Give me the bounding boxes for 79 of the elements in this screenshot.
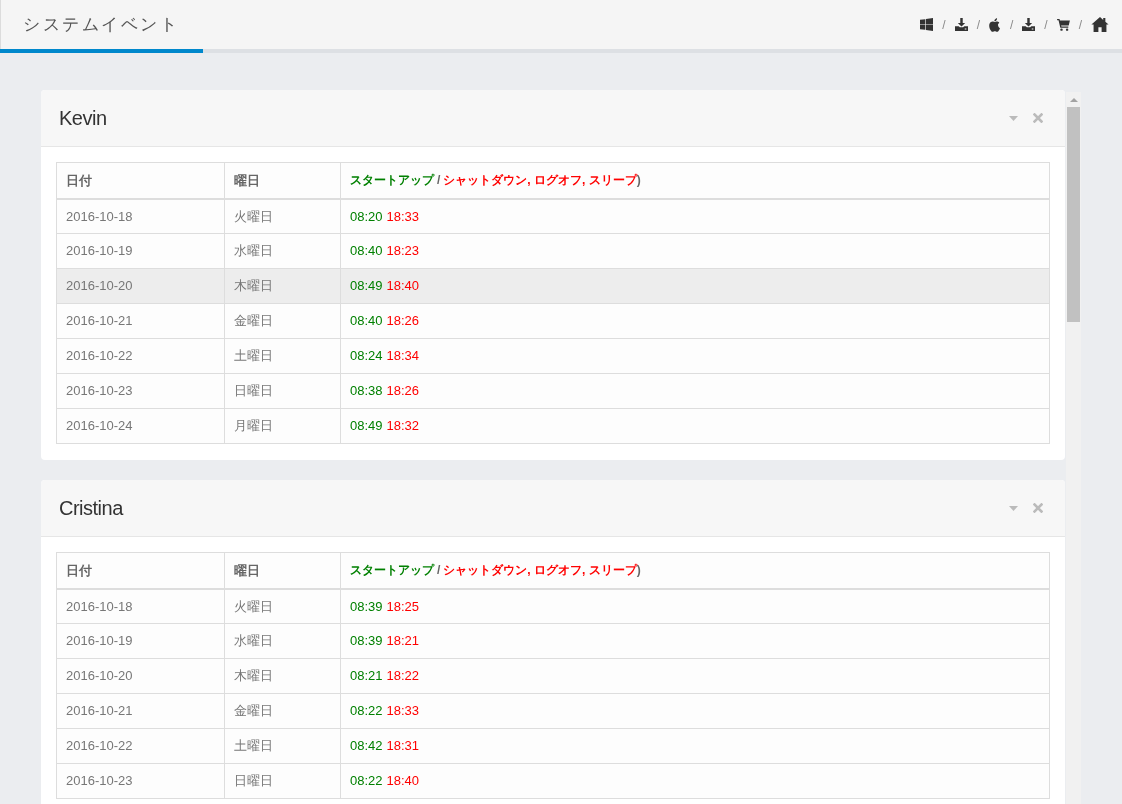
startup-time: 08:49 [350,418,383,434]
shutdown-time: 18:33 [386,703,420,719]
startup-time: 08:24 [350,348,383,364]
startup-time: 08:40 [350,313,383,329]
scroll-up-icon[interactable] [1069,97,1078,102]
table-cell: 水曜日 [224,623,341,659]
column-header: 日付 [56,162,225,199]
shutdown-time: 18:23 [386,243,420,259]
home-icon[interactable] [1091,17,1109,32]
table-cell: 日曜日 [224,763,341,799]
table-cell: 2016-10-20 [56,268,225,304]
table-cell: 月曜日 [224,408,341,444]
close-icon[interactable] [1033,503,1043,513]
startup-time: 08:42 [350,738,383,754]
table-cell: 土曜日 [224,728,341,764]
cart-icon[interactable] [1056,18,1070,31]
shutdown-time: 18:31 [386,738,420,754]
startup-time: 08:39 [350,598,383,614]
close-icon[interactable] [1033,113,1043,123]
table-cell: 土曜日 [224,338,341,374]
breadcrumb-separator: / [1009,16,1014,34]
startup-time: 08:49 [350,278,383,294]
startup-time: 08:22 [350,773,383,789]
table-cell: 金曜日 [224,303,341,339]
table-cell: 2016-10-20 [56,658,225,694]
column-header: スタートアップ / シャットダウン, ログオフ, スリープ) [340,162,1050,199]
page-title: システムイベント [22,13,179,36]
shutdown-time: 18:25 [386,598,420,614]
table-cell: 2016-10-18 [56,198,225,234]
table-cell: 木曜日 [224,658,341,694]
vertical-scrollbar[interactable] [1066,92,1081,804]
shutdown-time: 18:40 [386,773,420,789]
caret-down-icon[interactable] [1009,505,1018,511]
shutdown-time: 18:26 [386,383,420,399]
shutdown-time: 18:40 [386,278,420,294]
startup-time: 08:39 [350,633,383,649]
column-header: スタートアップ / シャットダウン, ログオフ, スリープ) [340,552,1050,589]
column-header: 曜日 [224,552,341,589]
table-cell: 2016-10-21 [56,693,225,729]
table-cell: 火曜日 [224,198,341,234]
table-cell: 日曜日 [224,373,341,409]
shutdown-time: 18:33 [386,208,420,224]
scrollbar-thumb[interactable] [1067,107,1080,322]
shutdown-time: 18:26 [386,313,420,329]
apple-icon[interactable] [988,17,1001,32]
breadcrumb-separator: / [976,16,980,34]
table-cell: 2016-10-22 [56,338,225,374]
table-cell: 金曜日 [224,693,341,729]
caret-down-icon[interactable] [1009,115,1018,121]
column-header: 曜日 [224,162,341,199]
startup-time: 08:20 [350,208,383,224]
panel-title: Cristina [59,496,123,521]
shutdown-time: 18:32 [386,418,420,434]
column-header: 日付 [56,552,225,589]
breadcrumb-separator: / [942,16,946,34]
table-cell: 2016-10-21 [56,303,225,339]
panel-title: Kevin [59,106,107,131]
startup-time: 08:22 [350,703,383,719]
startup-time: 08:40 [350,243,383,259]
windows-icon[interactable] [920,18,934,31]
download-icon[interactable] [954,18,968,31]
table-cell: 木曜日 [224,268,341,304]
table-cell: 2016-10-19 [56,623,225,659]
shutdown-time: 18:22 [386,668,420,684]
breadcrumb-separator: / [1044,16,1048,34]
startup-time: 08:21 [350,668,383,684]
breadcrumb-separator: / [1078,16,1082,34]
startup-time: 08:38 [350,383,383,399]
table-cell: 2016-10-22 [56,728,225,764]
table-cell: 2016-10-19 [56,233,225,269]
shutdown-time: 18:34 [386,348,420,364]
table-cell: 2016-10-23 [56,763,225,799]
table-cell: 2016-10-18 [56,588,225,624]
table-cell: 水曜日 [224,233,341,269]
table-cell: 2016-10-23 [56,373,225,409]
shutdown-time: 18:21 [386,633,420,649]
table-cell: 2016-10-24 [56,408,225,444]
table-cell: 火曜日 [224,588,341,624]
download-icon[interactable] [1022,18,1036,31]
